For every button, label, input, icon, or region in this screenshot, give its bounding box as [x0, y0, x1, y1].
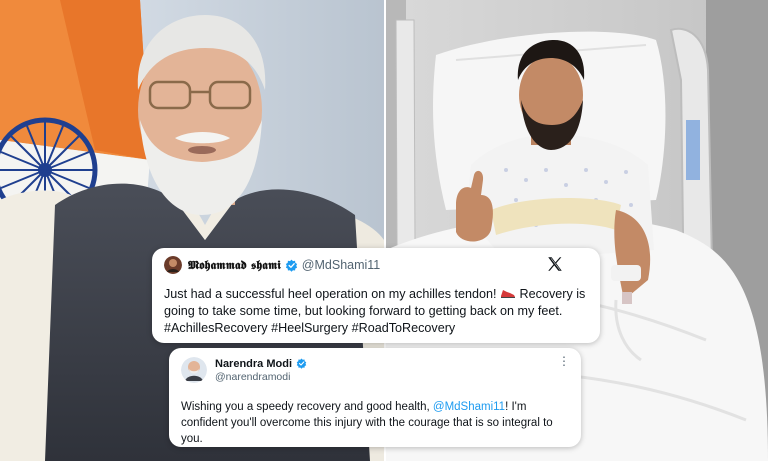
tweet-text: Wishing you a speedy recovery and good h…: [181, 399, 569, 447]
x-logo-icon[interactable]: [546, 255, 564, 273]
more-options-icon[interactable]: ⋮: [558, 354, 570, 368]
display-name[interactable]: Narendra Modi: [215, 358, 292, 370]
user-handle[interactable]: @MdShami11: [302, 258, 380, 272]
author-name-row: Narendra Modi: [215, 358, 307, 370]
verified-badge-icon: [296, 358, 307, 369]
tweet-text-part1: Wishing you a speedy recovery and good h…: [181, 401, 433, 413]
tweet-text-part1: Just had a successful heel operation on …: [164, 287, 501, 301]
tweet-card-shami[interactable]: 𝕸𝖔𝖍𝖆𝖒𝖒𝖆𝖉 𝖘𝖍𝖆𝖒𝖎 @MdShami11 Just had a suc…: [152, 248, 600, 343]
tweet-card-modi[interactable]: Narendra Modi @narendramodi ⋮ Wishing yo…: [169, 348, 581, 447]
tweet-header: 𝕸𝖔𝖍𝖆𝖒𝖒𝖆𝖉 𝖘𝖍𝖆𝖒𝖎 @MdShami11: [164, 256, 588, 274]
avatar[interactable]: [164, 256, 182, 274]
tweet-hashtags[interactable]: #AchillesRecovery #HeelSurgery #RoadToRe…: [164, 321, 455, 335]
tweet-text: Just had a successful heel operation on …: [164, 286, 588, 337]
display-name[interactable]: 𝕸𝖔𝖍𝖆𝖒𝖒𝖆𝖉 𝖘𝖍𝖆𝖒𝖎: [188, 258, 281, 273]
tweet-header: Narendra Modi @narendramodi: [181, 357, 569, 383]
verified-badge-icon: [285, 259, 297, 272]
mention-link[interactable]: @MdShami11: [433, 401, 505, 413]
tweet-author: Narendra Modi @narendramodi: [215, 358, 307, 383]
avatar[interactable]: [181, 357, 207, 383]
sneaker-emoji-icon: [501, 290, 516, 298]
user-handle[interactable]: @narendramodi: [215, 371, 307, 383]
